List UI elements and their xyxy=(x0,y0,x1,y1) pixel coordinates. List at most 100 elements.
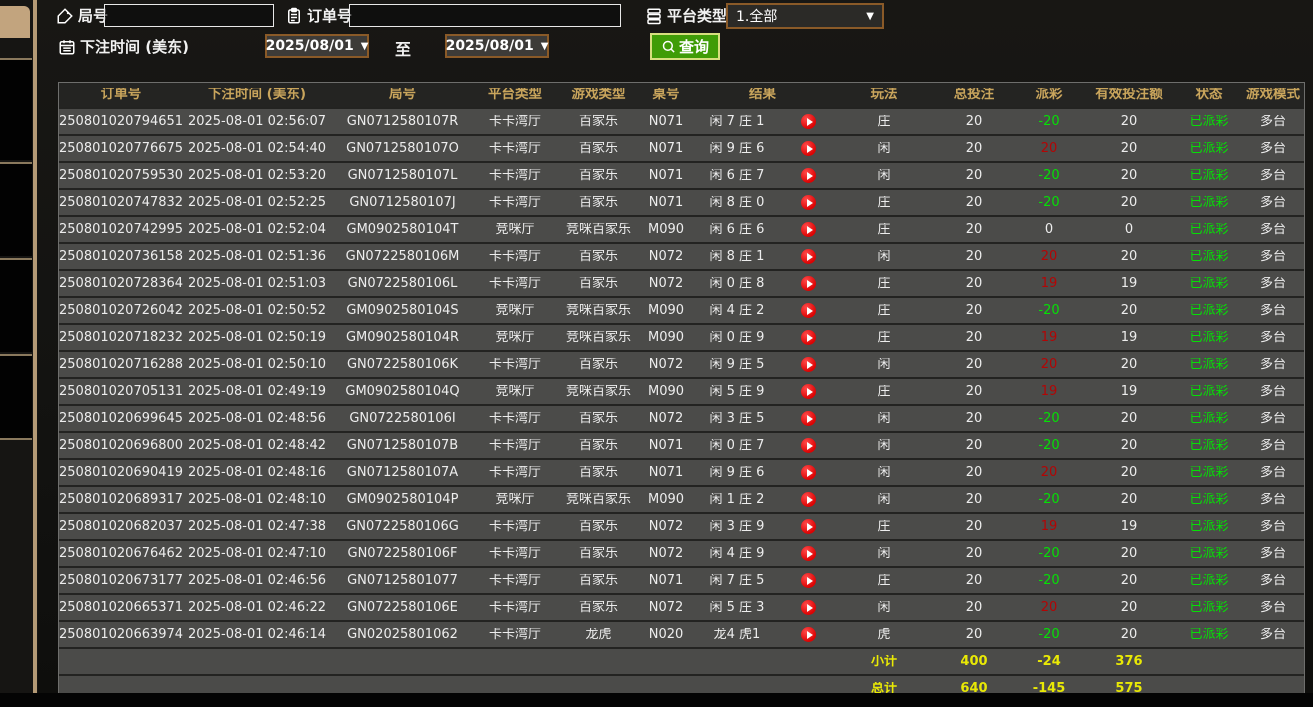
play-type-cell: 闲 xyxy=(877,142,891,155)
game-number-cell: GN0712580107O xyxy=(346,142,459,155)
background-app-sliver xyxy=(0,0,38,707)
play-video-icon[interactable] xyxy=(801,627,816,642)
replay-cell xyxy=(783,573,834,588)
platform-cell: 卡卡湾厅 xyxy=(488,358,541,371)
search-button-label: 查询 xyxy=(679,39,710,56)
play-video-icon[interactable] xyxy=(801,411,816,426)
play-video-icon[interactable] xyxy=(801,303,816,318)
play-video-icon[interactable] xyxy=(801,384,816,399)
play-video-icon[interactable] xyxy=(801,600,816,615)
game-type-cell: 百家乐 xyxy=(578,520,618,533)
play-video-icon[interactable] xyxy=(801,519,816,534)
status-cell: 已派彩 xyxy=(1189,250,1229,263)
status-cell: 已派彩 xyxy=(1189,412,1229,425)
game-mode-cell: 多台 xyxy=(1259,223,1286,236)
order-number-cell: 250801020705131 xyxy=(59,385,183,398)
platform-select[interactable]: 1.全部 ▼ xyxy=(726,3,884,29)
play-video-icon[interactable] xyxy=(801,546,816,561)
table-number-cell: N071 xyxy=(648,169,684,182)
game-no-label-group: 局号 xyxy=(56,5,108,26)
column-header: 桌号 xyxy=(652,88,680,102)
payout-cell: -20 xyxy=(1038,196,1060,209)
column-header: 总投注 xyxy=(953,88,995,102)
play-video-icon[interactable] xyxy=(801,492,816,507)
bet-records-panel: 局号 订单号 平台类型 1.全部 ▼ 下注时间 (美东) 2025/08/01 … xyxy=(38,0,1313,707)
play-video-icon[interactable] xyxy=(801,222,816,237)
play-type-cell: 闲 xyxy=(877,547,891,560)
play-video-icon[interactable] xyxy=(801,249,816,264)
order-number-cell: 250801020682037 xyxy=(59,520,183,533)
play-type-cell: 庄 xyxy=(877,574,891,587)
game-type-cell: 竞咪百家乐 xyxy=(565,385,631,398)
chevron-down-icon: ▼ xyxy=(866,10,874,22)
bet-time-cell: 2025-08-01 02:47:10 xyxy=(187,547,327,560)
payout-cell: -20 xyxy=(1038,439,1060,452)
replay-cell xyxy=(783,411,834,426)
total-bet-cell: 20 xyxy=(965,412,983,425)
status-cell: 已派彩 xyxy=(1189,304,1229,317)
play-video-icon[interactable] xyxy=(801,573,816,588)
bet-time-cell: 2025-08-01 02:46:14 xyxy=(187,628,327,641)
play-type-cell: 庄 xyxy=(877,520,891,533)
payout-cell: 0 xyxy=(1044,223,1054,236)
total-bet-cell: 20 xyxy=(965,574,983,587)
search-button[interactable]: 查询 xyxy=(650,33,721,60)
status-cell: 已派彩 xyxy=(1189,520,1229,533)
game-type-cell: 竞咪百家乐 xyxy=(565,223,631,236)
order-number-cell: 250801020716288 xyxy=(59,358,183,371)
date-from-picker[interactable]: 2025/08/01 ▼ xyxy=(265,34,369,58)
game-number-cell: GN07125801077 xyxy=(347,574,458,587)
replay-cell xyxy=(783,114,834,129)
status-cell: 已派彩 xyxy=(1189,115,1229,128)
table-row: 250801020682037 2025-08-01 02:47:38 GN0722… xyxy=(59,512,1304,539)
play-video-icon[interactable] xyxy=(801,168,816,183)
date-to-picker[interactable]: 2025/08/01 ▼ xyxy=(445,34,549,58)
status-cell: 已派彩 xyxy=(1189,223,1229,236)
play-type-cell: 闲 xyxy=(877,493,891,506)
play-video-icon[interactable] xyxy=(801,114,816,129)
game-no-input[interactable] xyxy=(104,4,274,27)
valid-bet-cell: 20 xyxy=(1120,169,1138,182)
game-mode-cell: 多台 xyxy=(1259,358,1286,371)
table-number-cell: N071 xyxy=(648,574,684,587)
play-video-icon[interactable] xyxy=(801,195,816,210)
column-header: 平台类型 xyxy=(488,88,542,102)
platform-cell: 卡卡湾厅 xyxy=(488,520,541,533)
result-cell: 闲 0 庄 8 xyxy=(709,277,765,290)
total-bet-cell: 20 xyxy=(965,439,983,452)
bet-time-cell: 2025-08-01 02:48:16 xyxy=(187,466,327,479)
order-no-input[interactable] xyxy=(349,4,621,27)
game-number-cell: GN0722580106G xyxy=(346,520,459,533)
replay-cell xyxy=(783,222,834,237)
play-video-icon[interactable] xyxy=(801,276,816,291)
platform-cell: 卡卡湾厅 xyxy=(488,250,541,263)
play-video-icon[interactable] xyxy=(801,330,816,345)
table-row: 250801020736158 2025-08-01 02:51:36 GN0722… xyxy=(59,242,1304,269)
order-number-cell: 250801020726042 xyxy=(59,304,183,317)
valid-bet-cell: 20 xyxy=(1120,628,1138,641)
column-header: 有效投注额 xyxy=(1095,88,1163,102)
date-range-to-label: 至 xyxy=(395,40,412,59)
play-video-icon[interactable] xyxy=(801,465,816,480)
table-row: 250801020759530 2025-08-01 02:53:20 GN0712… xyxy=(59,161,1304,188)
total-bet-sum-cell: 400 xyxy=(960,655,988,668)
table-number-cell: N071 xyxy=(648,196,684,209)
play-type-cell: 闲 xyxy=(877,358,891,371)
play-video-icon[interactable] xyxy=(801,141,816,156)
result-cell: 闲 4 庄 9 xyxy=(709,547,765,560)
status-cell: 已派彩 xyxy=(1189,466,1229,479)
table-number-cell: N072 xyxy=(648,520,684,533)
play-type-cell: 闲 xyxy=(877,439,891,452)
calendar-icon xyxy=(58,38,76,56)
column-header: 玩法 xyxy=(870,88,898,102)
bet-time-cell: 2025-08-01 02:51:03 xyxy=(187,277,327,290)
column-header: 结果 xyxy=(749,88,776,102)
play-video-icon[interactable] xyxy=(801,357,816,372)
status-cell: 已派彩 xyxy=(1189,331,1229,344)
game-mode-cell: 多台 xyxy=(1259,196,1286,209)
play-video-icon[interactable] xyxy=(801,438,816,453)
status-cell: 已派彩 xyxy=(1189,493,1229,506)
table-row: 250801020705131 2025-08-01 02:49:19 GM0902… xyxy=(59,377,1304,404)
bet-time-cell: 2025-08-01 02:48:10 xyxy=(187,493,327,506)
replay-cell xyxy=(783,303,834,318)
